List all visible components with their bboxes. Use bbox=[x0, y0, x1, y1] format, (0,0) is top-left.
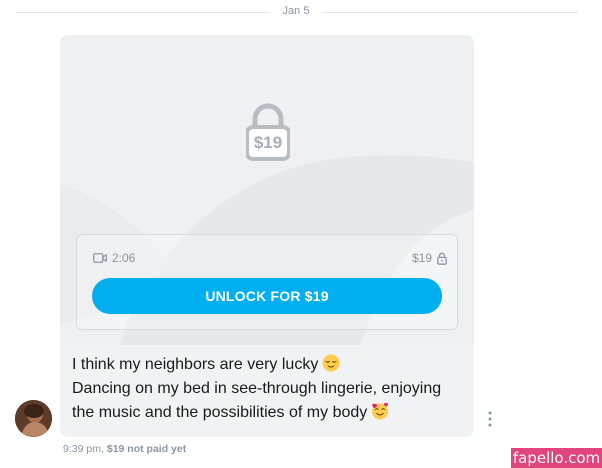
date-divider: Jan 5 bbox=[16, 4, 578, 20]
locked-price-text: $19 bbox=[253, 133, 283, 152]
video-camera-icon bbox=[93, 253, 107, 263]
message-line-1: I think my neighbors are very lucky bbox=[72, 353, 462, 377]
unlock-panel: 2:06 $19 UNLOCK FOR $19 bbox=[76, 234, 458, 330]
unlock-button[interactable]: UNLOCK FOR $19 bbox=[92, 278, 442, 314]
lock-icon bbox=[437, 252, 447, 265]
avatar-image bbox=[15, 400, 52, 437]
locked-media-preview[interactable]: $19 2:06 $19 UNLOCK FOR $19 bbox=[60, 35, 474, 345]
message-text: I think my neighbors are very lucky Danc… bbox=[60, 345, 474, 437]
price-label: $19 bbox=[411, 251, 432, 265]
message-time: 9:39 pm, bbox=[63, 443, 104, 455]
divider-line-left bbox=[16, 12, 270, 13]
message-meta: 9:39 pm, $19 not paid yet bbox=[63, 443, 186, 455]
avatar[interactable] bbox=[15, 400, 52, 437]
watermark: fapello.com bbox=[511, 448, 602, 468]
date-label: Jan 5 bbox=[282, 5, 310, 17]
message-line-3-text: the music and the possibilities of my bo… bbox=[72, 404, 368, 421]
divider-line-right bbox=[322, 12, 578, 13]
message-bubble: $19 2:06 $19 UNLOCK FOR $19 I think my n… bbox=[60, 35, 474, 437]
video-duration: 2:06 bbox=[112, 251, 136, 265]
paid-status: $19 not paid yet bbox=[106, 443, 187, 455]
more-options-icon[interactable] bbox=[484, 410, 496, 428]
smiling-face-with-hearts-emoji bbox=[372, 403, 389, 420]
message-line-1-text: I think my neighbors are very lucky bbox=[72, 356, 319, 373]
locked-price-icon: $19 bbox=[245, 103, 291, 163]
price-info: $19 bbox=[412, 251, 447, 265]
message-line-3: the music and the possibilities of my bo… bbox=[72, 401, 462, 425]
video-info: 2:06 bbox=[93, 251, 135, 265]
message-line-2: Dancing on my bed in see-through lingeri… bbox=[72, 380, 442, 397]
relieved-face-emoji bbox=[322, 354, 340, 372]
